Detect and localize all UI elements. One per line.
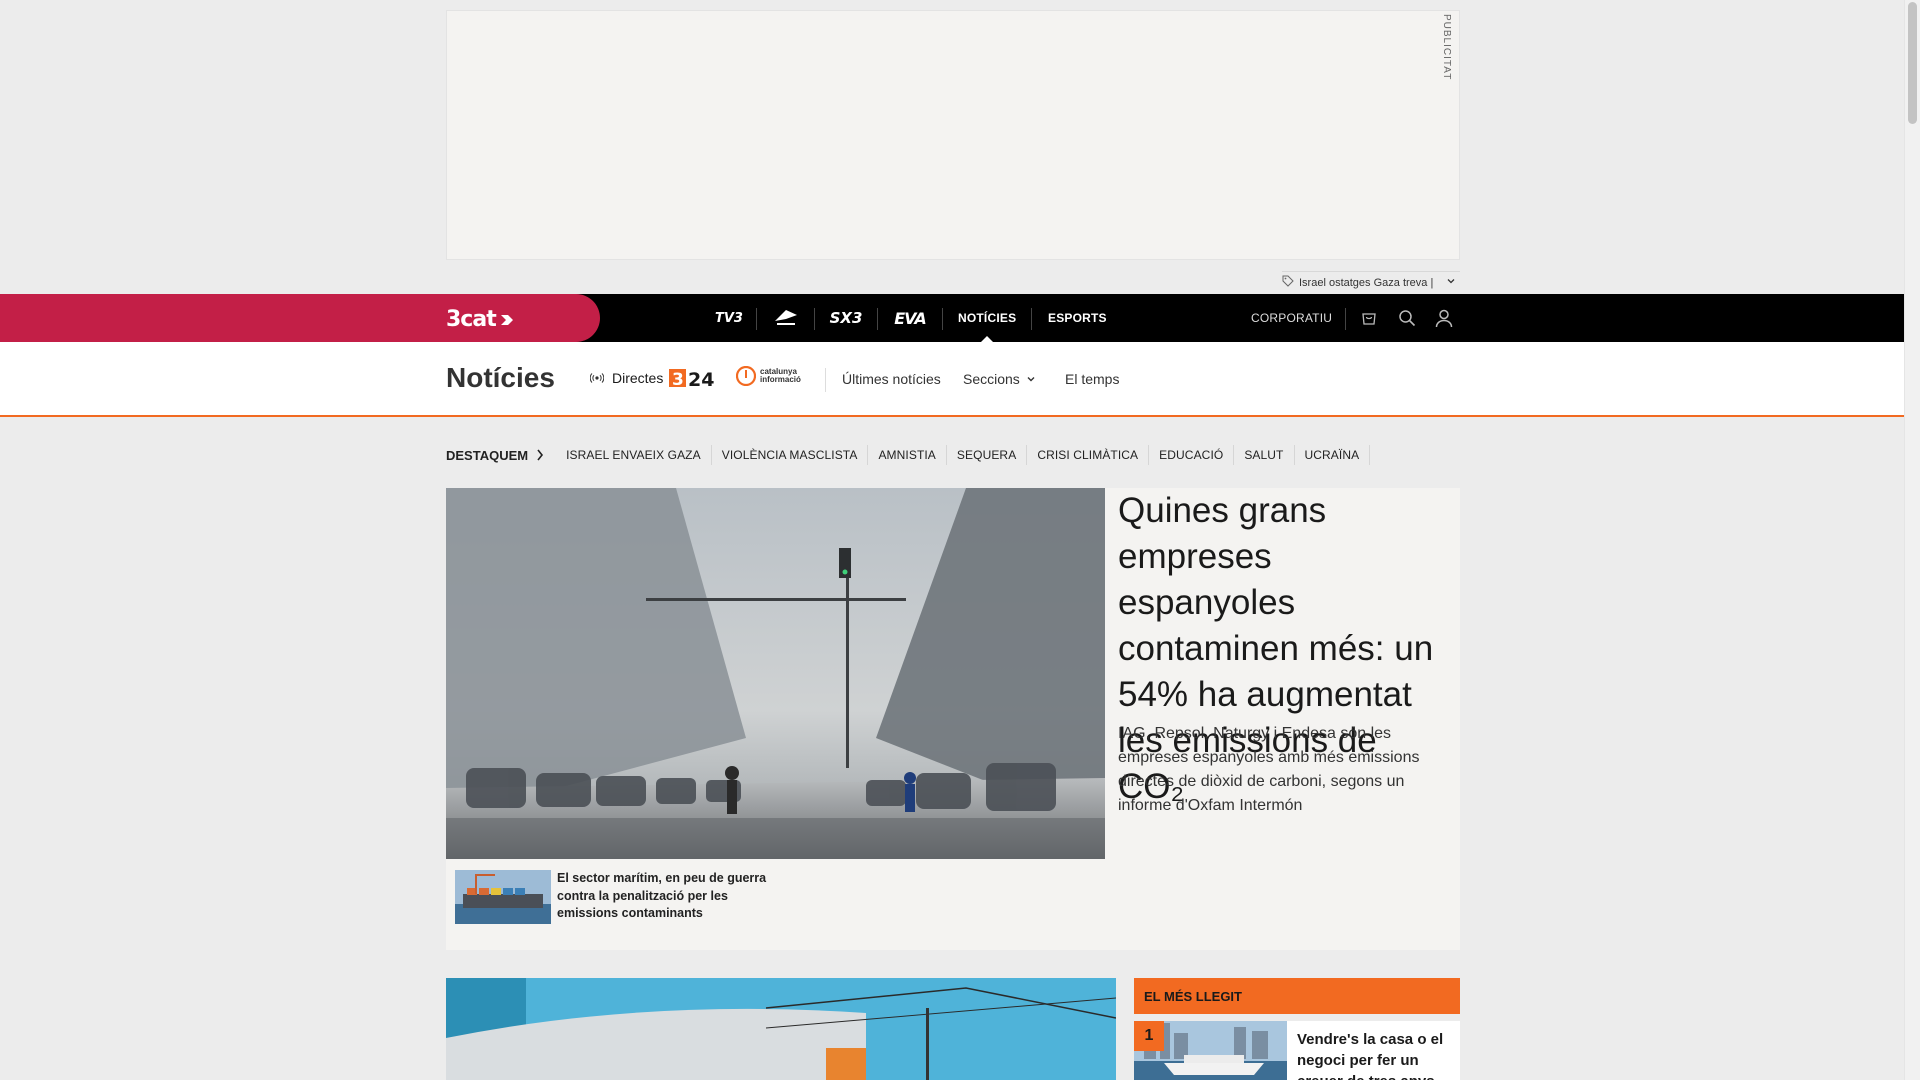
eva-logo: EVA: [894, 308, 927, 328]
chevron-right-icon: [537, 449, 544, 461]
divider: [825, 368, 826, 392]
most-read-item[interactable]: 1 Vendre's la casa o el negoci per fer u…: [1134, 1021, 1460, 1080]
logo-arrow-icon: [500, 314, 513, 325]
global-navbar: 3cat TV3 SX3 EVA NOTÍCIES ESPORTS CORPOR…: [0, 294, 1904, 343]
seccions-dropdown[interactable]: Seccions: [963, 371, 1036, 387]
divider: [1031, 308, 1032, 330]
el-temps-label: El temps: [1065, 371, 1120, 387]
trending-topics[interactable]: Israel ostatges Gaza treva |: [1282, 271, 1460, 293]
destaquem-item-sequera[interactable]: SEQUERA: [947, 445, 1028, 465]
324-logo-icon: 3 24: [669, 369, 714, 391]
destaquem-item-ucraina[interactable]: UCRAÏNA: [1295, 445, 1371, 465]
catradio-channel-link[interactable]: [768, 294, 804, 342]
hero-summary: IAG, Repsol, Naturgy i Endesa són les em…: [1118, 725, 1420, 814]
chevron-down-icon: [1027, 377, 1035, 382]
tag-icon: [1282, 275, 1294, 290]
tv3-channel-link[interactable]: TV3: [714, 294, 744, 342]
page-scrollbar[interactable]: [1904, 0, 1920, 1080]
related-article-title: El sector marítim, en peu de guerra cont…: [557, 871, 767, 920]
destaquem-item-violencia[interactable]: VIOLÈNCIA MASCLISTA: [712, 445, 869, 465]
live-broadcast-icon: [590, 373, 604, 383]
ci-logo-icon: [736, 366, 756, 386]
nav-esports[interactable]: ESPORTS: [1048, 294, 1107, 342]
divider: [877, 308, 878, 330]
channel-324-logo[interactable]: 3 24: [669, 366, 721, 396]
most-read-header: EL MÉS LLEGIT: [1134, 978, 1460, 1014]
directes-label: Directes: [612, 370, 664, 386]
nav-noticies[interactable]: NOTÍCIES: [958, 294, 1016, 343]
destaquem-label: DESTAQUEM: [446, 447, 529, 463]
destaquem-item-crisi-climatica[interactable]: CRISI CLIMÀTICA: [1027, 445, 1150, 465]
trending-text: Israel ostatges Gaza treva |: [1299, 276, 1434, 289]
catradio-logo-icon: [775, 310, 797, 325]
second-article-image[interactable]: [446, 978, 1116, 1080]
destaquem-item-salut[interactable]: SALUT: [1234, 445, 1295, 465]
destaquem-item-educacio[interactable]: EDUCACIÓ: [1149, 445, 1235, 465]
divider: [814, 308, 815, 330]
hero-image[interactable]: [446, 488, 1105, 859]
svg-text:3: 3: [672, 370, 684, 390]
search-icon[interactable]: [1395, 306, 1419, 330]
most-read-rank: 1: [1134, 1021, 1164, 1051]
scrollbar-thumb[interactable]: [1908, 2, 1917, 124]
nav-corporatiu[interactable]: CORPORATIU: [1251, 294, 1332, 342]
divider: [942, 308, 943, 330]
chevron-down-icon[interactable]: [1446, 276, 1456, 289]
destaquem-item-gaza[interactable]: ISRAEL ENVAEIX GAZA: [556, 445, 712, 465]
destaquem-title[interactable]: DESTAQUEM: [446, 448, 544, 463]
ad-label: PUBLICITAT: [1441, 14, 1452, 81]
divider: [1345, 308, 1346, 330]
related-article[interactable]: El sector marítim, en peu de guerra cont…: [455, 870, 775, 926]
3cat-logo-text: 3cat: [446, 307, 497, 332]
destaquem-item-amnistia[interactable]: AMNISTIA: [868, 445, 947, 465]
sx3-channel-link[interactable]: SX3: [826, 294, 866, 342]
destaquem-bar: DESTAQUEM ISRAEL ENVAEIX GAZA VIOLÈNCIA …: [446, 445, 1371, 465]
sx3-logo: SX3: [829, 309, 863, 327]
related-article-image[interactable]: [455, 870, 551, 924]
ad-banner[interactable]: [446, 10, 1460, 260]
user-profile-icon[interactable]: [1432, 306, 1456, 330]
ultimes-noticies-link[interactable]: Últimes notícies: [842, 371, 941, 387]
shop-bag-icon[interactable]: [1357, 306, 1381, 330]
catalunya-informacio-logo[interactable]: catalunya informació: [736, 366, 808, 386]
tv3-logo: TV3: [715, 310, 743, 326]
most-read-title: Vendre's la casa o el negoci per fer un …: [1297, 1031, 1444, 1080]
directes-link[interactable]: Directes: [590, 370, 663, 386]
ad-zone: PUBLICITAT Israel ostatges Gaza treva |: [0, 0, 1904, 294]
svg-text:24: 24: [688, 369, 714, 390]
ci-logo-text: catalunya informació: [760, 367, 801, 384]
3cat-logo[interactable]: 3cat: [446, 307, 515, 332]
divider: [756, 308, 757, 330]
ultimes-noticies-label: Últimes notícies: [842, 371, 941, 387]
section-header: Notícies Directes 3 24 catalunya informa…: [0, 342, 1904, 417]
eva-channel-link[interactable]: EVA: [888, 294, 932, 342]
seccions-label: Seccions: [963, 371, 1020, 387]
page: PUBLICITAT Israel ostatges Gaza treva | …: [0, 0, 1920, 1080]
el-temps-link[interactable]: El temps: [1065, 371, 1119, 387]
section-title[interactable]: Notícies: [446, 362, 555, 394]
hero-article: Quines grans empreses espanyoles contami…: [446, 488, 1460, 950]
